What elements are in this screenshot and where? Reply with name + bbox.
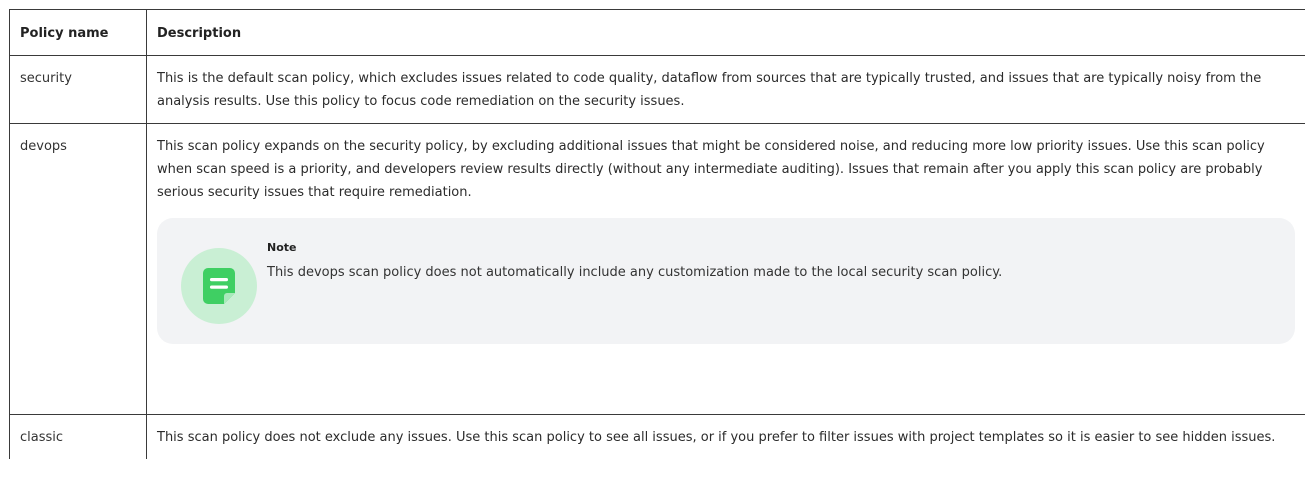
policy-description: This is the default scan policy, which e… xyxy=(157,71,1262,109)
policy-description-cell: This scan policy expands on the security… xyxy=(146,123,1305,415)
header-description: Description xyxy=(146,9,1305,56)
policy-name-cell: security xyxy=(9,55,147,124)
note-icon xyxy=(181,248,257,324)
policy-description: This scan policy does not exclude any is… xyxy=(157,430,1276,445)
header-policy-name: Policy name xyxy=(9,9,147,56)
note-callout: Note This devops scan policy does not au… xyxy=(157,218,1295,344)
note-text: This devops scan policy does not automat… xyxy=(267,265,1003,280)
policy-name-cell: classic xyxy=(9,414,147,459)
scan-policy-table: Policy name Description security This is… xyxy=(9,9,1305,459)
table-row: security This is the default scan policy… xyxy=(9,55,1305,124)
note-icon-glyph xyxy=(203,268,235,304)
note-title: Note xyxy=(267,241,297,254)
table-row: classic This scan policy does not exclud… xyxy=(9,414,1305,459)
policy-description: This scan policy expands on the security… xyxy=(157,139,1265,200)
policy-description-cell: This scan policy does not exclude any is… xyxy=(146,414,1305,459)
policy-name-cell: devops xyxy=(9,123,147,415)
table-row: devops This scan policy expands on the s… xyxy=(9,123,1305,415)
policy-description-cell: This is the default scan policy, which e… xyxy=(146,55,1305,124)
table-header-row: Policy name Description xyxy=(9,9,1305,56)
